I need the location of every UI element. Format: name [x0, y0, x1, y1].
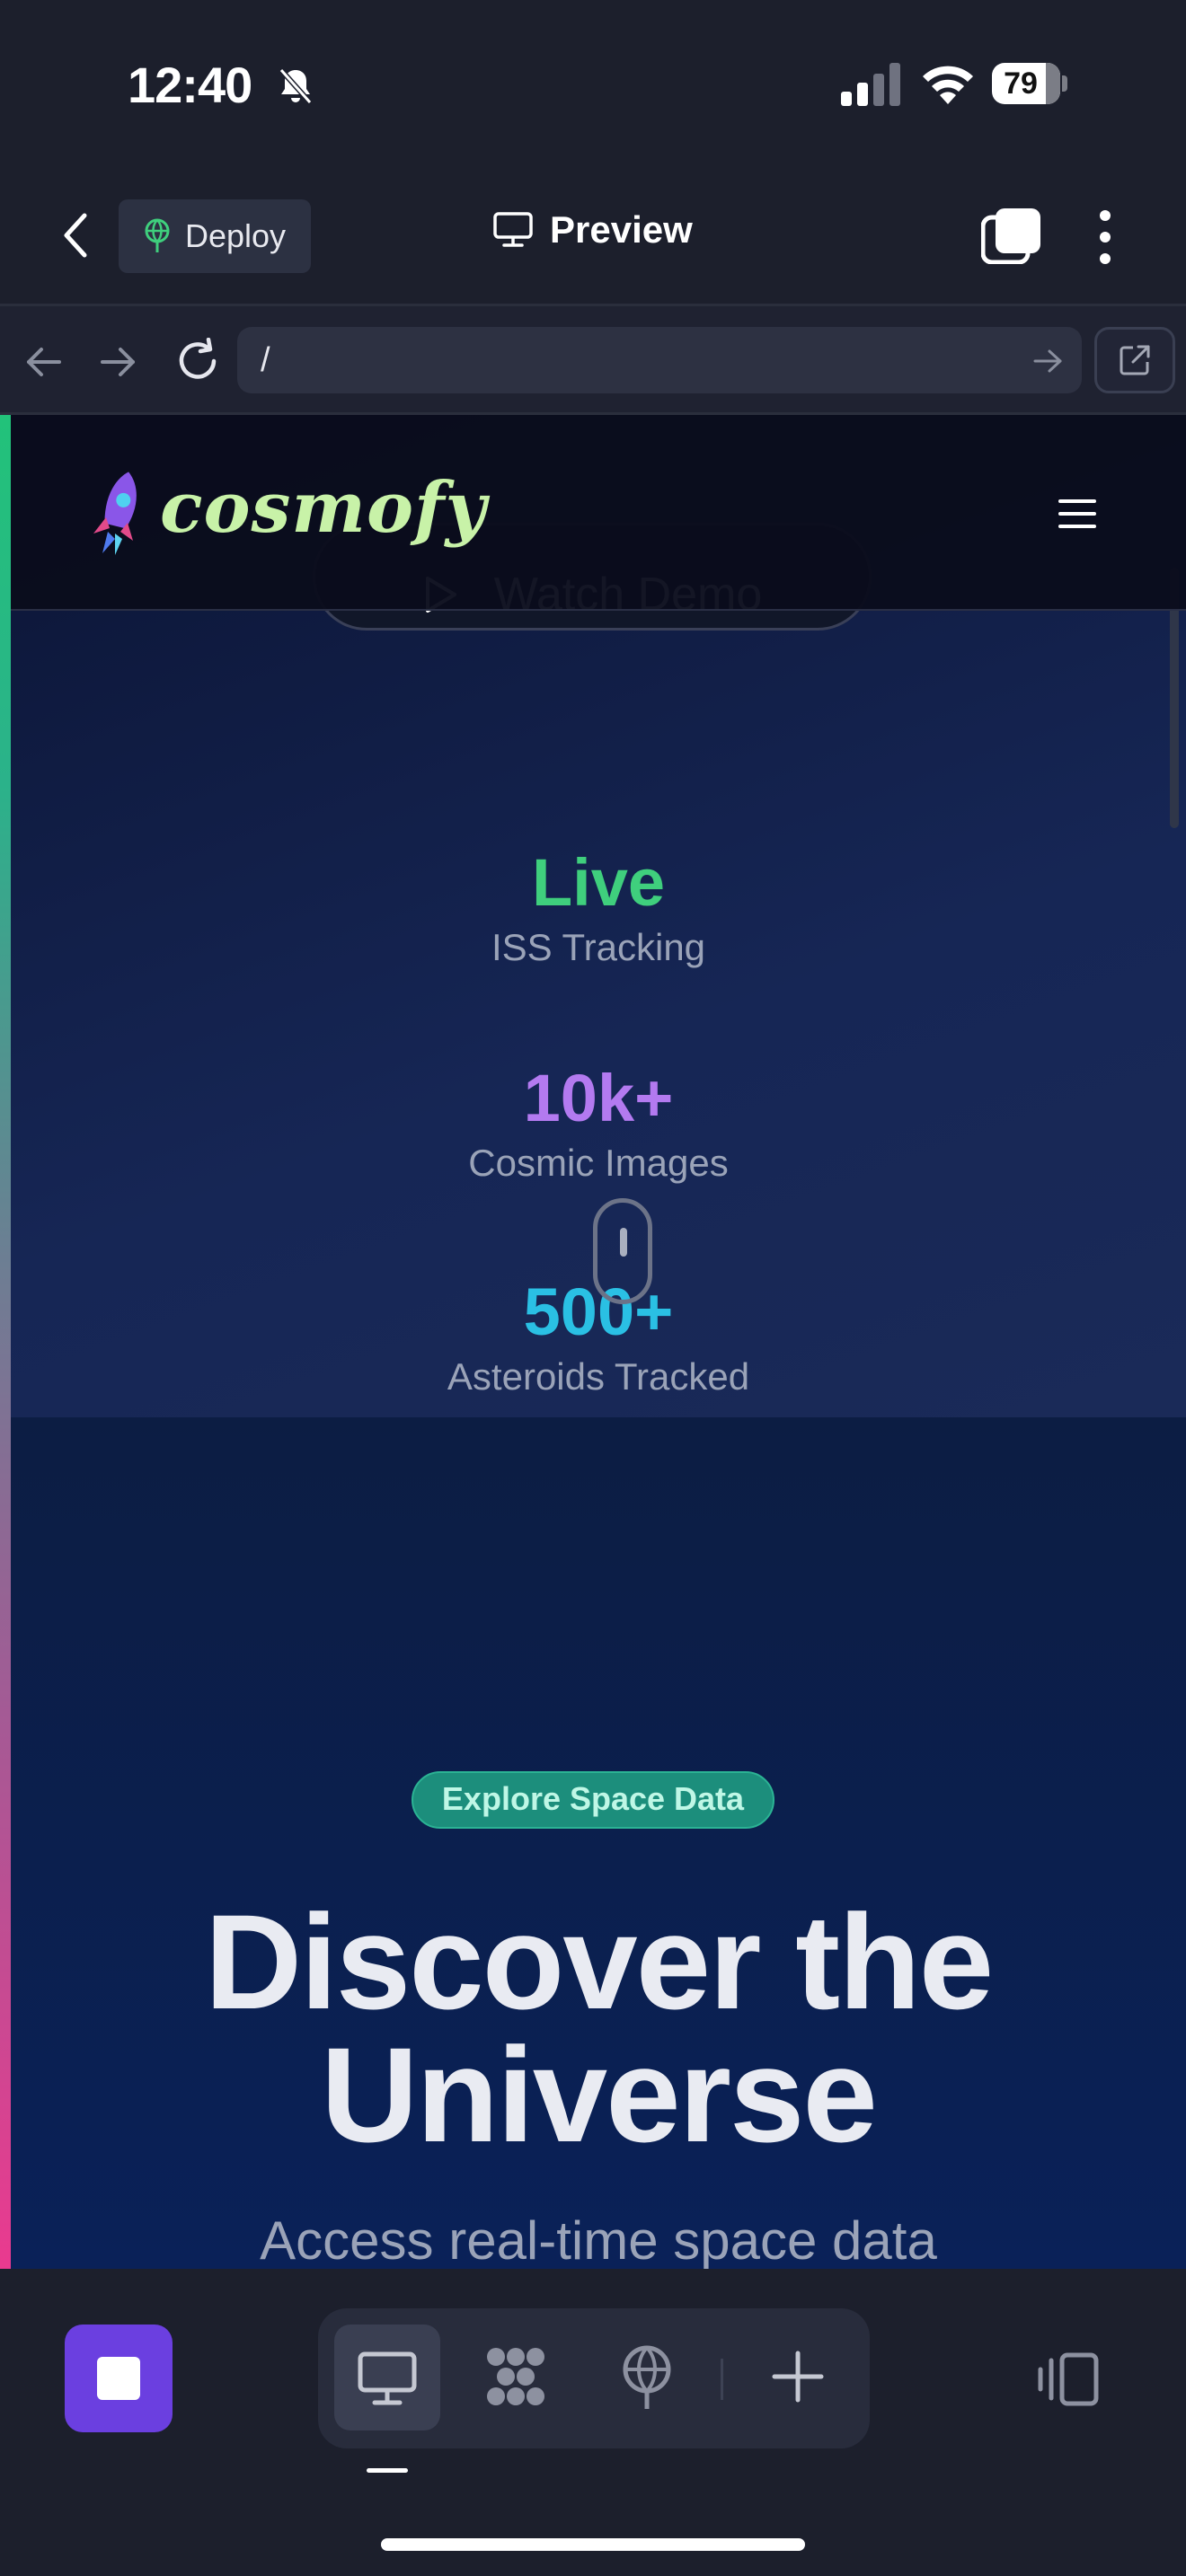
reload-icon[interactable] — [174, 338, 221, 384]
preview-label: Preview — [550, 208, 693, 251]
stop-button[interactable] — [65, 2325, 173, 2432]
site-logo-text[interactable]: cosmofy — [160, 467, 487, 549]
home-indicator[interactable] — [381, 2538, 805, 2551]
monitor-icon — [493, 212, 533, 247]
site-header: cosmofy — [11, 415, 1186, 611]
hero-title-line-1: Discover the — [204, 1886, 994, 2037]
more-vertical-icon[interactable] — [1085, 208, 1125, 266]
battery-icon: 79 — [992, 63, 1067, 106]
stat-value: Live — [531, 845, 666, 920]
battery-level: 79 — [1004, 66, 1038, 101]
deploy-label: Deploy — [185, 217, 287, 254]
stat-value: 10k+ — [523, 1061, 674, 1135]
stat-label: Cosmic Images — [468, 1142, 729, 1184]
nav-back-arrow-icon[interactable] — [23, 341, 65, 383]
open-external-button[interactable] — [1094, 327, 1175, 393]
back-chevron-icon[interactable] — [56, 208, 99, 262]
desktop-icon — [358, 2351, 417, 2405]
hero-title: Discover the Universe — [11, 1886, 1186, 2170]
nav-forward-arrow-icon[interactable] — [97, 341, 138, 383]
stat-label: Asteroids Tracked — [447, 1355, 750, 1398]
stat-iss-tracking: Live ISS Tracking — [11, 844, 1186, 969]
url-text: / — [261, 341, 270, 379]
preview-title: Preview — [492, 208, 693, 251]
stat-label: ISS Tracking — [491, 926, 706, 968]
panel-icon[interactable] — [1035, 2351, 1100, 2407]
preview-edge-indicator — [0, 415, 11, 2269]
url-input[interactable] — [237, 327, 1082, 393]
deploy-button[interactable]: Deploy — [119, 199, 311, 273]
hero-subtitle: Access real-time space data — [260, 2210, 937, 2269]
components-icon[interactable] — [480, 2341, 552, 2413]
cellular-signal-icon — [841, 63, 900, 106]
stop-icon — [97, 2357, 140, 2400]
plus-icon[interactable] — [762, 2341, 834, 2413]
deploy-icon — [145, 218, 170, 252]
wifi-icon — [923, 66, 973, 104]
tabs-icon[interactable] — [981, 207, 1042, 264]
hero-title-line-2: Universe — [321, 2019, 878, 2170]
web-preview: Watch Demo cosmofy Live ISS Tracking 10k… — [0, 415, 1186, 2269]
active-tab-indicator — [367, 2468, 408, 2473]
desktop-view-button[interactable] — [334, 2325, 440, 2430]
external-link-icon — [1120, 345, 1150, 375]
hamburger-menu-icon[interactable] — [1058, 499, 1096, 530]
status-time: 12:40 — [128, 57, 252, 113]
tool-separator — [721, 2359, 723, 2400]
rocket-logo-icon — [93, 472, 137, 555]
bell-muted-icon — [279, 68, 313, 104]
deploy-globe-icon[interactable] — [611, 2341, 683, 2413]
go-arrow-icon[interactable] — [1031, 345, 1064, 377]
scroll-indicator-icon — [593, 1198, 652, 1304]
stat-cosmic-images: 10k+ Cosmic Images — [11, 1060, 1186, 1185]
explore-badge: Explore Space Data — [412, 1771, 774, 1829]
